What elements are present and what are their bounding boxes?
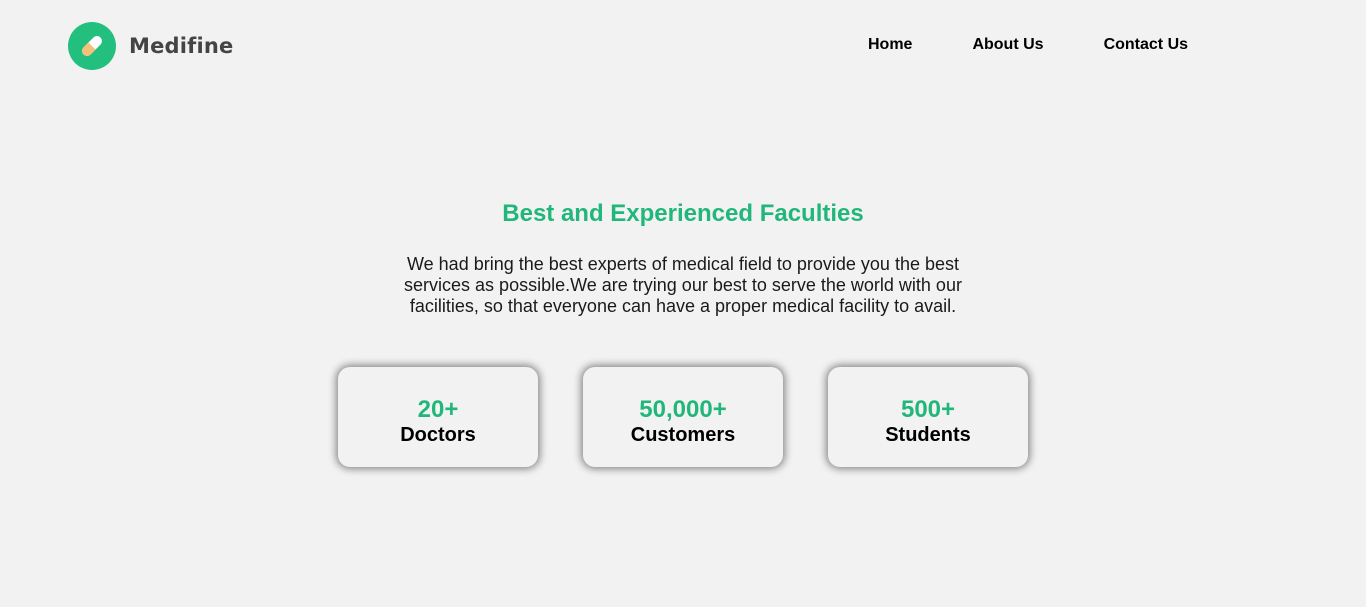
stat-value: 500+	[900, 396, 956, 423]
brand-name: Medifine	[129, 34, 234, 58]
brand-logo[interactable]: Medifine	[68, 22, 234, 70]
hero-title: Best and Experienced Faculties	[502, 200, 864, 227]
nav-about-us-link[interactable]: About Us	[972, 36, 1043, 54]
stat-card-students: 500+ Students	[828, 367, 1028, 467]
page: Medifine Home About Us Contact Us Best a…	[0, 0, 1366, 607]
stat-value: 50,000+	[639, 396, 727, 423]
hero-description: We had bring the best experts of medical…	[404, 254, 962, 316]
stats-section: 20+ Doctors 50,000+ Customers 500+ Stude…	[338, 367, 1028, 467]
stat-label: Students	[885, 424, 971, 446]
stat-card-customers: 50,000+ Customers	[583, 367, 783, 467]
stat-value: 20+	[417, 396, 459, 423]
stat-card-doctors: 20+ Doctors	[338, 367, 538, 467]
pill-icon	[68, 22, 116, 70]
nav-home-link[interactable]: Home	[868, 36, 912, 54]
stat-label: Doctors	[400, 424, 476, 446]
main-nav: Home About Us Contact Us	[868, 36, 1188, 54]
stat-label: Customers	[630, 424, 736, 446]
nav-contact-us-link[interactable]: Contact Us	[1104, 36, 1188, 54]
